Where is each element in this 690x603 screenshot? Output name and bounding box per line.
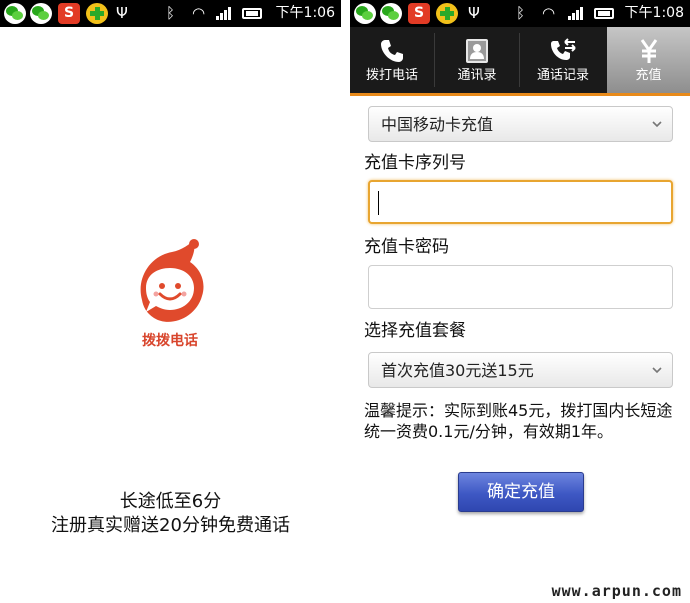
usb-icon: Ψ <box>468 4 480 22</box>
serial-number-input[interactable] <box>368 180 673 224</box>
status-bar: S Ψ ᛒ ◠ 下午1:06 <box>0 0 341 27</box>
recharge-screen: S Ψ ᛒ ◠ 下午1:08 拨打电话 通讯录 通话记录 充值 中国移动卡充值 … <box>350 0 690 603</box>
tab-contacts-label: 通讯录 <box>457 68 497 83</box>
password-label: 充值卡密码 <box>364 237 449 257</box>
package-select[interactable]: 首次充值30元送15元 <box>368 352 673 388</box>
logo-text: 拨拨电话 <box>142 333 198 349</box>
recharge-tip: 温馨提示：实际到账45元，拨打国内长短途统一资费0.1元/分钟，有效期1年。 <box>364 401 673 441</box>
slogan-line-1: 长途低至6分 <box>119 491 222 512</box>
sogou-icon: S <box>58 3 80 24</box>
confirm-recharge-button[interactable]: 确定充值 <box>458 472 584 512</box>
wechat-icon <box>354 3 376 24</box>
bluetooth-icon: ᛒ <box>166 4 176 22</box>
tab-recharge[interactable]: 充值 <box>607 27 690 93</box>
wechat-icon <box>30 3 52 24</box>
slogan-line-2: 注册真实赠送20分钟免费通话 <box>51 515 290 536</box>
app-plus-icon <box>86 3 108 24</box>
text-caret <box>378 191 379 215</box>
tab-bar: 拨打电话 通讯录 通话记录 充值 <box>350 27 690 93</box>
carrier-select[interactable]: 中国移动卡充值 <box>368 106 673 142</box>
package-select-value: 首次充值30元送15元 <box>381 361 534 380</box>
sogou-icon: S <box>408 3 430 24</box>
wifi-icon: ◠ <box>542 4 556 22</box>
signal-icon <box>568 7 584 20</box>
tab-dial-label: 拨打电话 <box>365 68 418 83</box>
tab-recharge-label: 充值 <box>635 68 662 83</box>
package-label: 选择充值套餐 <box>364 321 466 341</box>
yuan-icon <box>640 39 657 63</box>
tab-call-log[interactable]: 通话记录 <box>520 27 606 93</box>
wechat-icon <box>380 3 402 24</box>
tab-contacts[interactable]: 通讯录 <box>435 27 519 93</box>
screen-divider <box>341 0 350 603</box>
wechat-icon <box>4 3 26 24</box>
serial-label: 充值卡序列号 <box>364 153 466 173</box>
status-bar: S Ψ ᛒ ◠ 下午1:08 <box>350 0 690 27</box>
status-time: 下午1:08 <box>624 5 684 21</box>
signal-icon <box>216 7 232 20</box>
carrier-select-value: 中国移动卡充值 <box>381 115 494 134</box>
battery-icon <box>594 8 614 19</box>
watermark: www.arpun.com <box>551 582 682 600</box>
card-password-input[interactable] <box>368 265 673 309</box>
battery-icon <box>242 8 262 19</box>
chevron-down-icon <box>652 367 662 374</box>
contacts-icon <box>466 39 488 63</box>
bluetooth-icon: ᛒ <box>516 4 526 22</box>
status-time: 下午1:06 <box>275 5 335 21</box>
tab-dial[interactable]: 拨打电话 <box>350 27 434 93</box>
tab-call-log-label: 通话记录 <box>536 68 589 83</box>
app-logo: 拨拨电话 <box>130 238 210 349</box>
tab-indicator-line <box>350 93 690 96</box>
phone-icon <box>381 40 403 62</box>
logo-mascot-icon <box>140 239 204 322</box>
chevron-down-icon <box>652 121 662 128</box>
usb-icon: Ψ <box>116 4 128 22</box>
app-plus-icon <box>436 3 458 24</box>
splash-screen: S Ψ ᛒ ◠ 下午1:06 拨拨电话 长途低至6分 注册真实赠送20分钟免费通… <box>0 0 341 603</box>
wifi-icon: ◠ <box>192 4 206 22</box>
call-log-icon <box>551 38 576 60</box>
